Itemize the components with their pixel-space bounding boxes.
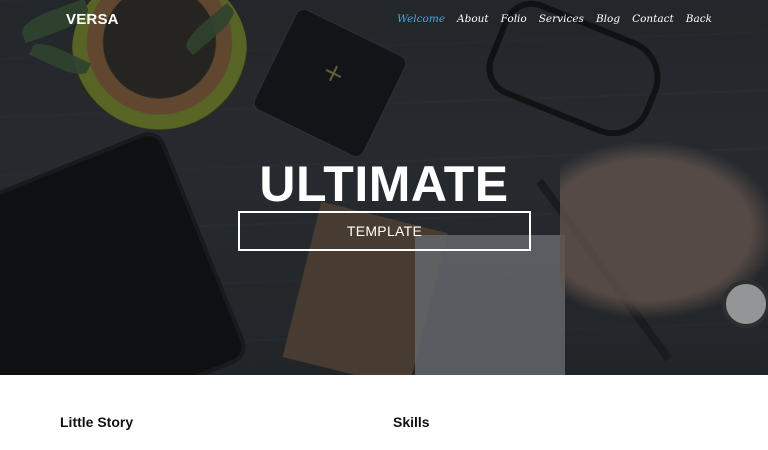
nav-item-welcome[interactable]: Welcome — [397, 13, 445, 25]
template-button[interactable]: TEMPLATE — [238, 211, 531, 251]
nav-item-about[interactable]: About — [457, 13, 489, 25]
nav-item-blog[interactable]: Blog — [596, 13, 620, 25]
section-title-skills: Skills — [393, 414, 430, 430]
main-nav: Welcome About Folio Services Blog Contac… — [397, 13, 712, 25]
nav-item-back[interactable]: Back — [686, 13, 712, 25]
nav-item-folio[interactable]: Folio — [501, 13, 527, 25]
nav-item-contact[interactable]: Contact — [632, 13, 674, 25]
nav-item-services[interactable]: Services — [539, 13, 584, 25]
hero-headline: ULTIMATE — [259, 156, 509, 212]
section-title-story: Little Story — [60, 414, 134, 430]
brand-logo[interactable]: VERSA — [66, 11, 119, 28]
hero-banner: VERSA Welcome About Folio Services Blog … — [0, 0, 768, 375]
